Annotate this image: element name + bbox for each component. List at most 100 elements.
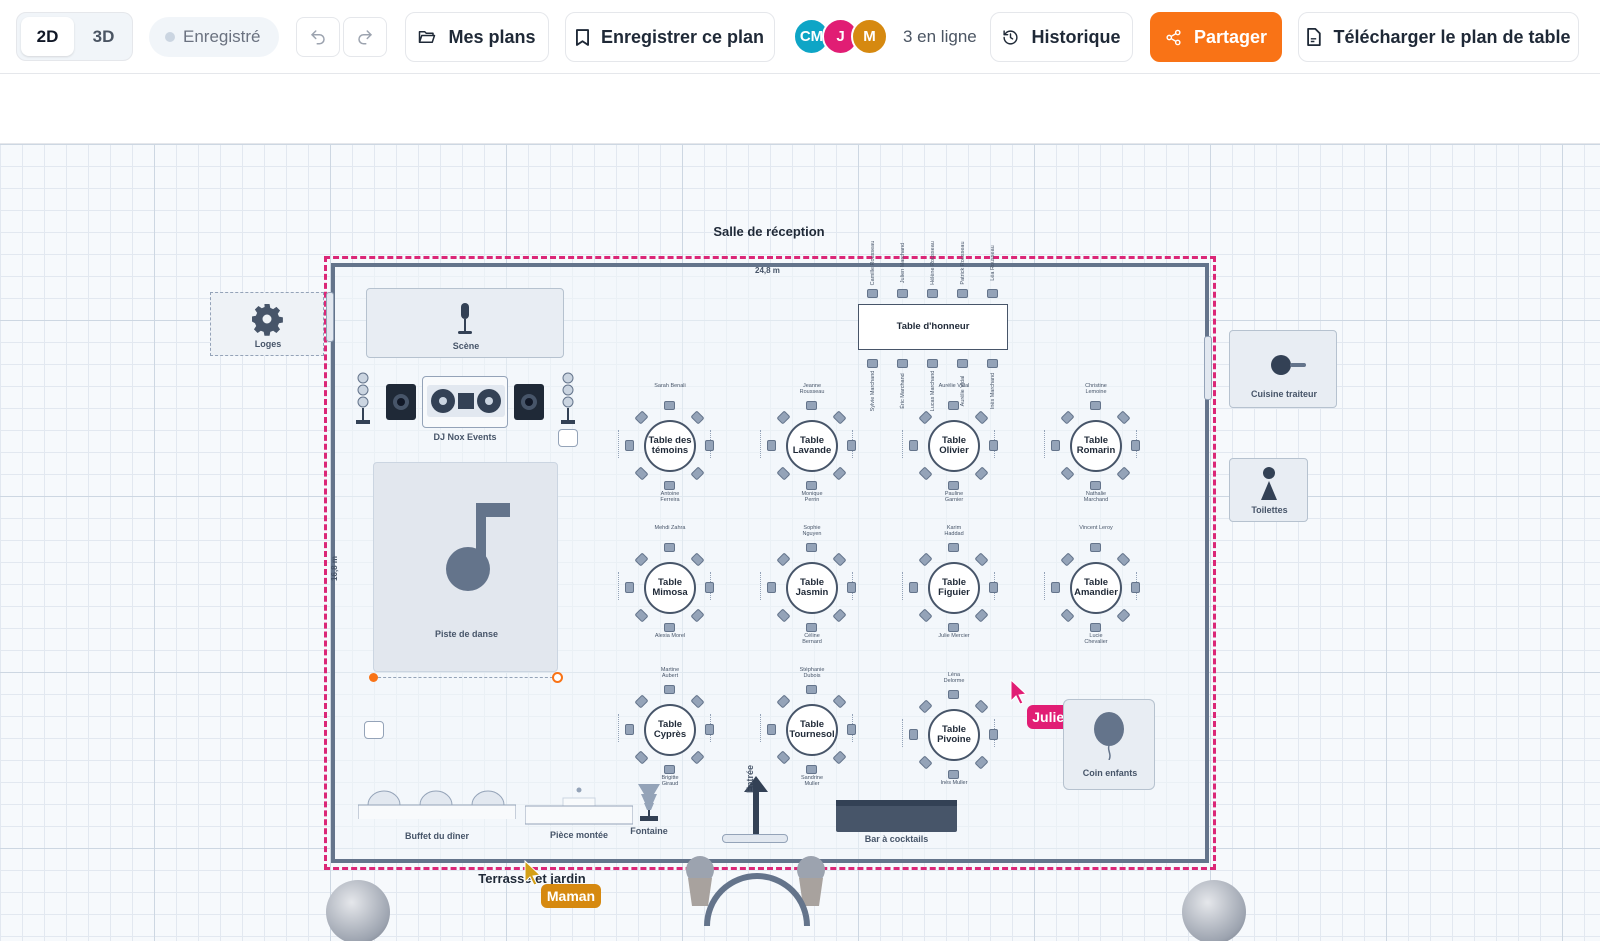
chair[interactable] bbox=[690, 466, 705, 481]
floor-plan-canvas[interactable]: Salle de réception 24,8 m 16,8 m Loges S… bbox=[0, 143, 1600, 941]
chair[interactable] bbox=[1060, 466, 1075, 481]
redo-button[interactable] bbox=[343, 17, 387, 57]
fountain-icon[interactable] bbox=[636, 780, 662, 822]
entrance-door[interactable] bbox=[722, 834, 788, 843]
chair[interactable] bbox=[767, 724, 776, 735]
cocktail-bar[interactable] bbox=[836, 800, 957, 832]
chair[interactable] bbox=[1060, 410, 1075, 425]
kids-corner[interactable]: Coin enfants bbox=[1063, 699, 1155, 790]
round-table[interactable]: Table Amandier Vincent Leroy Lucie Chevalie… bbox=[1036, 525, 1156, 648]
round-table[interactable]: Table Cyprès Martine Aubert Brigitte Giraud bbox=[610, 667, 730, 790]
chair[interactable] bbox=[806, 481, 817, 490]
chair[interactable] bbox=[634, 410, 649, 425]
chair[interactable] bbox=[634, 750, 649, 765]
power-outlet-icon[interactable] bbox=[364, 721, 384, 739]
tall-speaker-left[interactable] bbox=[354, 372, 372, 426]
chair[interactable] bbox=[1090, 543, 1101, 552]
chair[interactable] bbox=[776, 410, 791, 425]
round-table[interactable]: Table Lavande Jeanne Rousseau Monique Perri… bbox=[752, 383, 872, 506]
round-table[interactable]: Table Pivoine Léna Delorme Inès Muller bbox=[894, 672, 1014, 795]
chair[interactable] bbox=[1116, 552, 1131, 567]
chair[interactable] bbox=[634, 466, 649, 481]
garden-arch-icon[interactable] bbox=[702, 866, 812, 926]
chair[interactable] bbox=[767, 582, 776, 593]
chair[interactable] bbox=[832, 466, 847, 481]
chair[interactable] bbox=[918, 410, 933, 425]
chair[interactable] bbox=[974, 699, 989, 714]
round-table[interactable]: Table Olivier Aurélie Vidal Pauline Garnier bbox=[894, 383, 1014, 506]
table-top[interactable]: Table Romarin bbox=[1070, 420, 1122, 472]
table-top[interactable]: Table Olivier bbox=[928, 420, 980, 472]
chair[interactable] bbox=[948, 543, 959, 552]
chair[interactable] bbox=[1090, 623, 1101, 632]
chair[interactable] bbox=[832, 750, 847, 765]
chair[interactable] bbox=[767, 440, 776, 451]
chair[interactable] bbox=[909, 582, 918, 593]
table-top[interactable]: Table des témoins bbox=[644, 420, 696, 472]
chair[interactable] bbox=[832, 694, 847, 709]
chair[interactable] bbox=[832, 608, 847, 623]
chair[interactable] bbox=[664, 543, 675, 552]
view-2d-button[interactable]: 2D bbox=[21, 17, 74, 56]
chair[interactable] bbox=[832, 552, 847, 567]
chair[interactable] bbox=[690, 750, 705, 765]
chair[interactable] bbox=[918, 552, 933, 567]
chair[interactable] bbox=[625, 724, 634, 735]
chair[interactable] bbox=[974, 608, 989, 623]
dance-floor[interactable]: Piste de danse bbox=[373, 462, 558, 672]
chair[interactable] bbox=[974, 466, 989, 481]
table-top[interactable]: Table Tournesol bbox=[786, 704, 838, 756]
garden-bush[interactable] bbox=[326, 880, 390, 941]
chair[interactable] bbox=[948, 770, 959, 779]
round-table[interactable]: Table Figuier Karim Haddad Julie Mercier bbox=[894, 525, 1014, 648]
chair[interactable] bbox=[909, 440, 918, 451]
toilets-area[interactable]: Toilettes bbox=[1229, 458, 1308, 522]
chair[interactable] bbox=[634, 694, 649, 709]
round-table[interactable]: Table Tournesol Stéphanie Dubois Sandrine M… bbox=[752, 667, 872, 790]
chair[interactable] bbox=[806, 401, 817, 410]
table-top[interactable]: Table Cyprès bbox=[644, 704, 696, 756]
chair[interactable] bbox=[957, 289, 968, 298]
table-top[interactable]: Table Amandier bbox=[1070, 562, 1122, 614]
chair[interactable] bbox=[867, 289, 878, 298]
chair[interactable] bbox=[690, 552, 705, 567]
resize-handle[interactable] bbox=[369, 673, 378, 682]
chair[interactable] bbox=[1060, 608, 1075, 623]
chair[interactable] bbox=[927, 289, 938, 298]
speaker-right[interactable] bbox=[514, 384, 544, 420]
chair[interactable] bbox=[974, 552, 989, 567]
chair[interactable] bbox=[625, 440, 634, 451]
chair[interactable] bbox=[806, 543, 817, 552]
chair[interactable] bbox=[918, 699, 933, 714]
table-top[interactable]: Table Mimosa bbox=[644, 562, 696, 614]
chair[interactable] bbox=[776, 608, 791, 623]
my-plans-button[interactable]: Mes plans bbox=[405, 12, 549, 62]
table-top[interactable]: Table Lavande bbox=[786, 420, 838, 472]
kitchen-area[interactable]: Cuisine traiteur bbox=[1229, 330, 1337, 408]
chair[interactable] bbox=[948, 623, 959, 632]
wall-door-handle[interactable] bbox=[1204, 336, 1212, 400]
chair[interactable] bbox=[776, 466, 791, 481]
chair[interactable] bbox=[664, 481, 675, 490]
chair[interactable] bbox=[1060, 552, 1075, 567]
buffet-table[interactable] bbox=[358, 789, 516, 829]
chair[interactable] bbox=[918, 608, 933, 623]
chair[interactable] bbox=[776, 552, 791, 567]
view-3d-button[interactable]: 3D bbox=[77, 17, 130, 56]
cake-table[interactable] bbox=[525, 784, 633, 826]
wall-door-handle[interactable] bbox=[326, 292, 334, 342]
head-table[interactable]: Table d'honneur bbox=[858, 304, 1008, 350]
chair[interactable] bbox=[987, 289, 998, 298]
chair[interactable] bbox=[690, 410, 705, 425]
chair[interactable] bbox=[806, 685, 817, 694]
speaker-left[interactable] bbox=[386, 384, 416, 420]
chair[interactable] bbox=[832, 410, 847, 425]
table-top[interactable]: Table Figuier bbox=[928, 562, 980, 614]
chair[interactable] bbox=[664, 765, 675, 774]
chair[interactable] bbox=[918, 755, 933, 770]
chair[interactable] bbox=[690, 608, 705, 623]
undo-button[interactable] bbox=[296, 17, 340, 57]
round-table[interactable]: Table Mimosa Mehdi Zahra Alexia Morel bbox=[610, 525, 730, 648]
share-button[interactable]: Partager bbox=[1150, 12, 1282, 62]
avatar[interactable]: M bbox=[851, 18, 888, 55]
